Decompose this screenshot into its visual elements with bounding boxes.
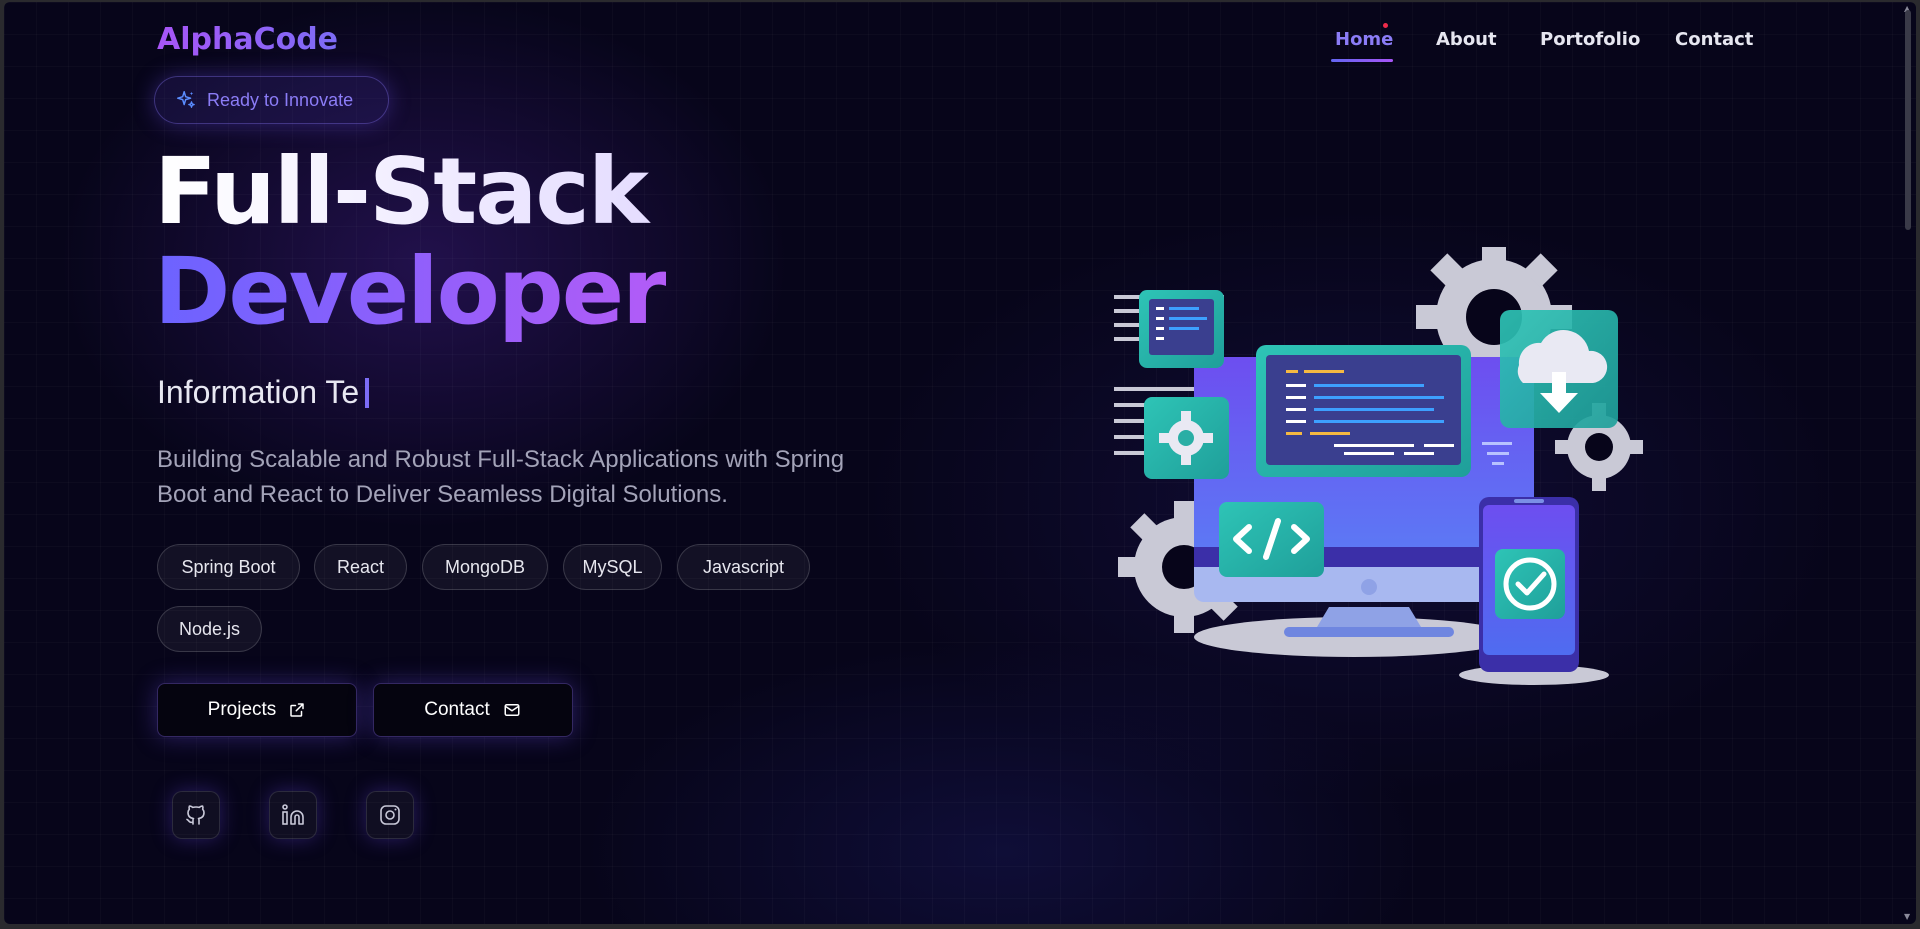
ready-badge: Ready to Innovate xyxy=(154,76,389,124)
contact-button[interactable]: Contact xyxy=(373,683,573,737)
sparkles-icon xyxy=(177,91,195,108)
linkedin-icon xyxy=(282,804,304,825)
tech-chip: Javascript xyxy=(677,544,810,590)
contact-button-label: Contact xyxy=(424,699,490,720)
notification-dot xyxy=(1383,23,1388,28)
page-scrollbar[interactable]: ▲ ▼ xyxy=(1904,4,1912,921)
nav-contact[interactable]: Contact xyxy=(1675,29,1753,50)
hero-description: Building Scalable and Robust Full-Stack … xyxy=(157,446,845,508)
nav-active-underline xyxy=(1331,59,1393,62)
badge-text: Ready to Innovate xyxy=(207,89,354,110)
instagram-icon xyxy=(380,805,400,825)
scrollbar-thumb[interactable] xyxy=(1905,10,1911,230)
projects-button[interactable]: Projects xyxy=(157,683,357,737)
github-icon xyxy=(186,805,205,825)
tech-chip: React xyxy=(314,544,407,590)
external-link-icon xyxy=(290,703,305,717)
projects-button-label: Projects xyxy=(207,699,277,720)
typing-text: Information Te xyxy=(157,374,360,410)
nav-portfolio[interactable]: Portofolio xyxy=(1540,29,1640,50)
tech-chip: Node.js xyxy=(157,606,262,652)
hero-title-line2: Developer xyxy=(154,238,667,345)
typing-subtitle: Information Te xyxy=(157,374,370,411)
scroll-down-icon[interactable]: ▼ xyxy=(1904,912,1910,921)
tech-chip: MySQL xyxy=(563,544,662,590)
mail-icon xyxy=(504,704,520,716)
hero-title: Full-Stack Developer xyxy=(154,142,667,345)
typing-caret xyxy=(365,377,370,408)
instagram-link[interactable] xyxy=(366,791,414,839)
page: AlphaCode Home About Portofolio Contact … xyxy=(4,2,1916,924)
tech-chip: Spring Boot xyxy=(157,544,300,590)
nav-about[interactable]: About xyxy=(1436,29,1497,50)
main-nav: Home About Portofolio Contact xyxy=(4,23,1916,69)
github-link[interactable] xyxy=(172,791,220,839)
tech-chip: MongoDB xyxy=(422,544,548,590)
hero-title-line1: Full-Stack xyxy=(154,142,666,242)
linkedin-link[interactable] xyxy=(269,791,317,839)
developer-illustration xyxy=(1114,247,1643,685)
nav-home[interactable]: Home xyxy=(1335,29,1393,50)
